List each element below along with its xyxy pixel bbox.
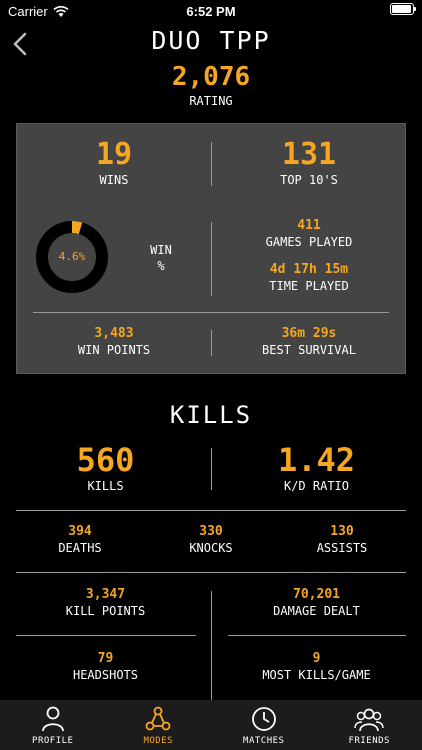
assists-label: ASSISTS <box>316 541 368 555</box>
headshots-value: 79 <box>97 651 114 666</box>
time-played-stat: 4d 17h 15m TIME PLAYED <box>212 261 406 294</box>
divider <box>16 635 196 636</box>
most-kills-value: 9 <box>312 651 321 666</box>
top10-value: 131 <box>281 137 337 172</box>
status-time: 6:52 PM <box>186 4 236 19</box>
tab-friends[interactable]: FRIENDS <box>317 700 422 750</box>
page-title: DUO TPP <box>151 26 271 55</box>
damage-dealt-stat: 70,201 DAMAGE DEALT <box>211 586 422 619</box>
group-icon <box>354 708 384 732</box>
win-points-stat: 3,483 WIN POINTS <box>17 325 211 358</box>
rating-label: RATING <box>189 94 233 108</box>
status-bar: Carrier 6:52 PM <box>0 0 422 22</box>
games-played-label: GAMES PLAYED <box>265 235 353 249</box>
wins-value: 19 <box>95 137 133 172</box>
tab-matches[interactable]: MATCHES <box>211 700 317 750</box>
wins-stat: 19 WINS <box>17 138 211 188</box>
win-points-label: WIN POINTS <box>77 343 151 357</box>
games-played-stat: 411 GAMES PLAYED <box>212 217 406 250</box>
divider <box>16 510 406 511</box>
headshots-stat: 79 HEADSHOTS <box>0 650 211 683</box>
damage-dealt-label: DAMAGE DEALT <box>273 604 360 618</box>
deaths-label: DEATHS <box>58 541 102 555</box>
tab-profile-label: PROFILE <box>32 736 74 746</box>
damage-dealt-value: 70,201 <box>293 587 340 602</box>
win-percent-label-line1: WIN <box>150 243 172 257</box>
win-percent-label-line2: % <box>157 259 165 273</box>
kills-value: 560 <box>76 441 135 479</box>
tab-matches-label: MATCHES <box>243 736 285 746</box>
best-survival-label: BEST SURVIVAL <box>262 343 356 357</box>
top10-label: TOP 10'S <box>280 173 338 187</box>
kills-section-title: KILLS <box>169 401 253 429</box>
tab-modes[interactable]: MODES <box>106 700 212 750</box>
win-points-value: 3,483 <box>94 326 134 341</box>
clock-icon <box>251 707 276 731</box>
assists-value: 130 <box>330 524 354 539</box>
kill-points-value: 3,347 <box>85 587 126 602</box>
knocks-label: KNOCKS <box>189 541 233 555</box>
win-percent-donut: 4.6% <box>35 220 109 294</box>
deaths-stat: 394 DEATHS <box>10 523 150 556</box>
tab-profile[interactable]: PROFILE <box>0 700 106 750</box>
kills-label: KILLS <box>87 479 124 493</box>
kd-ratio-value: 1.42 <box>277 441 356 479</box>
best-survival-value: 36m 29s <box>281 326 337 341</box>
kill-points-stat: 3,347 KILL POINTS <box>0 586 211 619</box>
wins-label: WINS <box>99 173 129 187</box>
divider <box>228 635 406 636</box>
time-played-label: TIME PLAYED <box>269 279 349 293</box>
tab-friends-label: FRIENDS <box>348 736 390 746</box>
divider <box>16 572 406 573</box>
person-icon <box>41 706 64 732</box>
most-kills-label: MOST KILLS/GAME <box>262 668 371 682</box>
divider <box>33 312 389 313</box>
knocks-stat: 330 KNOCKS <box>141 523 281 556</box>
battery-icon <box>390 3 416 15</box>
summary-panel: 19 WINS 131 TOP 10'S 4.6% WIN % 411 GAME… <box>16 123 406 374</box>
assists-stat: 130 ASSISTS <box>272 523 412 556</box>
rating-value: 2,076 <box>171 62 251 92</box>
win-percent-label: WIN % <box>133 242 189 274</box>
knocks-value: 330 <box>199 524 223 539</box>
kills-stat: 560 KILLS <box>0 442 211 494</box>
games-played-value: 411 <box>297 218 321 233</box>
time-played-value: 4d 17h 15m <box>269 262 349 277</box>
headshots-label: HEADSHOTS <box>72 668 139 682</box>
status-right <box>390 3 416 15</box>
top10-stat: 131 TOP 10'S <box>212 138 406 188</box>
win-percent-value: 4.6% <box>58 250 86 263</box>
best-survival-stat: 36m 29s BEST SURVIVAL <box>212 325 406 358</box>
kill-points-label: KILL POINTS <box>65 604 146 618</box>
kd-ratio-label: K/D RATIO <box>283 479 350 493</box>
network-icon <box>145 706 171 731</box>
tab-bar: PROFILE MODES MATCHES FRIENDS <box>0 700 422 750</box>
deaths-value: 394 <box>68 524 92 539</box>
kd-ratio-stat: 1.42 K/D RATIO <box>211 442 422 494</box>
most-kills-stat: 9 MOST KILLS/GAME <box>211 650 422 683</box>
tab-modes-label: MODES <box>143 736 174 746</box>
